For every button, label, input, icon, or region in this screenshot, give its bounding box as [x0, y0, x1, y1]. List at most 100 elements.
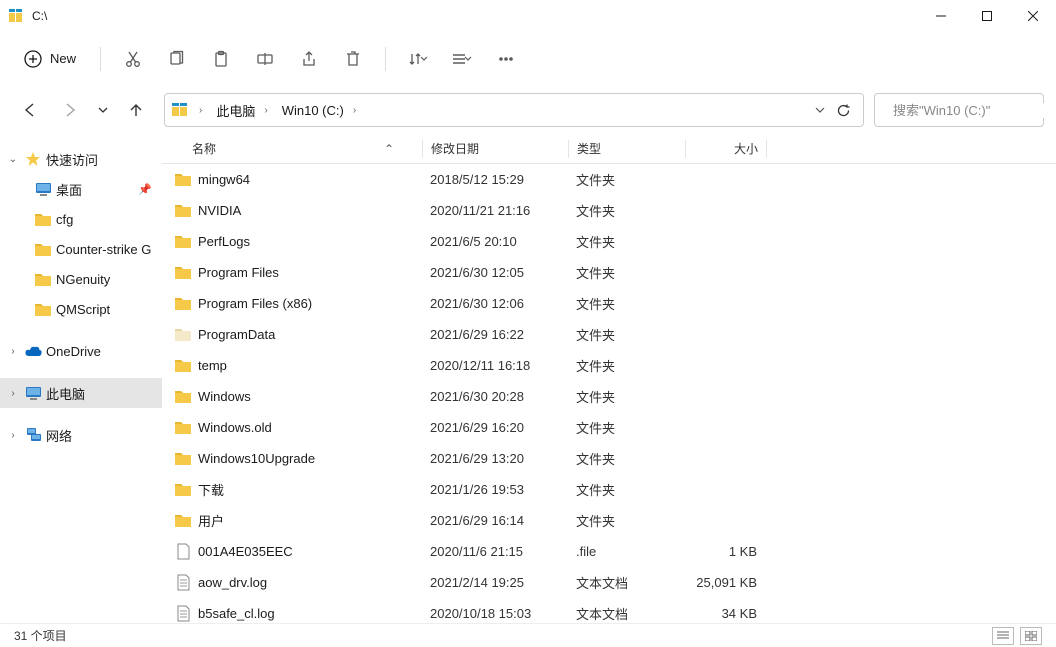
view-details-button[interactable] — [992, 627, 1014, 645]
tree-label: QMScript — [56, 302, 110, 317]
minimize-button[interactable] — [918, 0, 964, 32]
folder-icon — [174, 264, 192, 282]
pin-icon: 📌 — [138, 183, 152, 196]
file-name: b5safe_cl.log — [198, 606, 275, 621]
tree-this-pc[interactable]: › 此电脑 — [0, 378, 162, 408]
sort-button[interactable] — [398, 41, 438, 77]
tree-quick-access[interactable]: ⌄ 快速访问 — [0, 144, 162, 174]
chevron-right-icon[interactable]: › — [6, 388, 20, 399]
chevron-down-icon[interactable]: ⌄ — [6, 154, 20, 165]
file-date: 2020/11/6 21:15 — [422, 544, 568, 559]
tree-quick-item[interactable]: cfg — [0, 204, 162, 234]
file-type: 文件夹 — [568, 418, 685, 437]
address-bar[interactable]: › 此电脑› Win10 (C:)› — [164, 93, 864, 127]
file-type: 文件夹 — [568, 449, 685, 468]
file-name: 001A4E035EEC — [198, 544, 293, 559]
maximize-button[interactable] — [964, 0, 1010, 32]
file-date: 2021/6/30 12:05 — [422, 265, 568, 280]
file-icon — [174, 574, 192, 592]
address-dropdown[interactable] — [814, 104, 826, 116]
view-button[interactable] — [442, 41, 482, 77]
recent-button[interactable] — [92, 92, 114, 128]
folder-icon — [34, 272, 52, 287]
tree-label: cfg — [56, 212, 73, 227]
table-row[interactable]: Windows2021/6/30 20:28文件夹 — [162, 381, 1056, 412]
table-row[interactable]: 用户2021/6/29 16:14文件夹 — [162, 505, 1056, 536]
table-row[interactable]: PerfLogs2021/6/5 20:10文件夹 — [162, 226, 1056, 257]
file-name: Program Files (x86) — [198, 296, 312, 311]
folder-icon — [174, 326, 192, 344]
tree-label: 快速访问 — [46, 150, 98, 169]
tree-quick-item[interactable]: QMScript — [0, 294, 162, 324]
table-row[interactable]: temp2020/12/11 16:18文件夹 — [162, 350, 1056, 381]
column-name[interactable]: 名称⌃ — [162, 140, 422, 157]
tree-quick-item[interactable]: Counter-strike G — [0, 234, 162, 264]
up-button[interactable] — [118, 92, 154, 128]
table-row[interactable]: ProgramData2021/6/29 16:22文件夹 — [162, 319, 1056, 350]
forward-button[interactable] — [52, 92, 88, 128]
folder-icon — [174, 388, 192, 406]
drive-icon — [171, 101, 189, 119]
app-icon — [8, 8, 24, 24]
column-headers: 名称⌃ 修改日期 类型 大小 — [162, 134, 1056, 164]
tree-quick-item[interactable]: 桌面 📌 — [0, 174, 162, 204]
file-type: 文件夹 — [568, 263, 685, 282]
table-row[interactable]: Program Files2021/6/30 12:05文件夹 — [162, 257, 1056, 288]
file-name: 用户 — [198, 511, 224, 530]
view-tiles-button[interactable] — [1020, 627, 1042, 645]
rename-button[interactable] — [245, 41, 285, 77]
new-button[interactable]: New — [12, 45, 88, 73]
breadcrumb-root[interactable]: 此电脑› — [212, 99, 271, 122]
back-button[interactable] — [12, 92, 48, 128]
column-type[interactable]: 类型 — [569, 140, 685, 157]
table-row[interactable]: mingw642018/5/12 15:29文件夹 — [162, 164, 1056, 195]
tree-label: 网络 — [46, 426, 72, 445]
file-name: 下载 — [198, 480, 224, 499]
chevron-right-icon[interactable]: › — [6, 346, 20, 357]
share-button[interactable] — [289, 41, 329, 77]
file-type: 文件夹 — [568, 170, 685, 189]
table-row[interactable]: 下载2021/1/26 19:53文件夹 — [162, 474, 1056, 505]
sort-indicator-icon: ⌃ — [384, 142, 394, 156]
column-date[interactable]: 修改日期 — [423, 140, 568, 157]
table-row[interactable]: Windows.old2021/6/29 16:20文件夹 — [162, 412, 1056, 443]
file-pane: 名称⌃ 修改日期 类型 大小 mingw642018/5/12 15:29文件夹… — [162, 134, 1056, 623]
folder-icon — [174, 419, 192, 437]
column-size[interactable]: 大小 — [686, 140, 766, 157]
search-box[interactable] — [874, 93, 1044, 127]
file-icon — [174, 605, 192, 623]
breadcrumb-drive[interactable]: Win10 (C:)› — [278, 101, 360, 120]
table-row[interactable]: NVIDIA2020/11/21 21:16文件夹 — [162, 195, 1056, 226]
tree-onedrive[interactable]: › OneDrive — [0, 336, 162, 366]
cut-button[interactable] — [113, 41, 153, 77]
file-type: 文件夹 — [568, 232, 685, 251]
tree-label: NGenuity — [56, 272, 110, 287]
tree-quick-item[interactable]: NGenuity — [0, 264, 162, 294]
table-row[interactable]: Windows10Upgrade2021/6/29 13:20文件夹 — [162, 443, 1056, 474]
file-type: 文件夹 — [568, 387, 685, 406]
table-row[interactable]: Program Files (x86)2021/6/30 12:06文件夹 — [162, 288, 1056, 319]
star-icon — [24, 151, 42, 167]
paste-button[interactable] — [201, 41, 241, 77]
file-date: 2021/2/14 19:25 — [422, 575, 568, 590]
table-row[interactable]: b5safe_cl.log2020/10/18 15:03文本文档34 KB — [162, 598, 1056, 623]
copy-button[interactable] — [157, 41, 197, 77]
close-button[interactable] — [1010, 0, 1056, 32]
chevron-right-icon[interactable]: › — [6, 430, 20, 441]
table-row[interactable]: aow_drv.log2021/2/14 19:25文本文档25,091 KB — [162, 567, 1056, 598]
search-input[interactable] — [893, 103, 1056, 118]
refresh-button[interactable] — [836, 103, 851, 118]
tree-network[interactable]: › 网络 — [0, 420, 162, 450]
folder-icon — [174, 357, 192, 375]
delete-button[interactable] — [333, 41, 373, 77]
separator — [385, 47, 386, 71]
crumb-chevron[interactable]: › — [195, 103, 206, 118]
folder-icon — [174, 481, 192, 499]
window-title: C:\ — [32, 9, 47, 23]
separator — [100, 47, 101, 71]
more-button[interactable] — [486, 41, 526, 77]
table-row[interactable]: 001A4E035EEC2020/11/6 21:15.file1 KB — [162, 536, 1056, 567]
file-name: Windows.old — [198, 420, 272, 435]
file-name: NVIDIA — [198, 203, 241, 218]
tree-label: 桌面 — [56, 180, 82, 199]
